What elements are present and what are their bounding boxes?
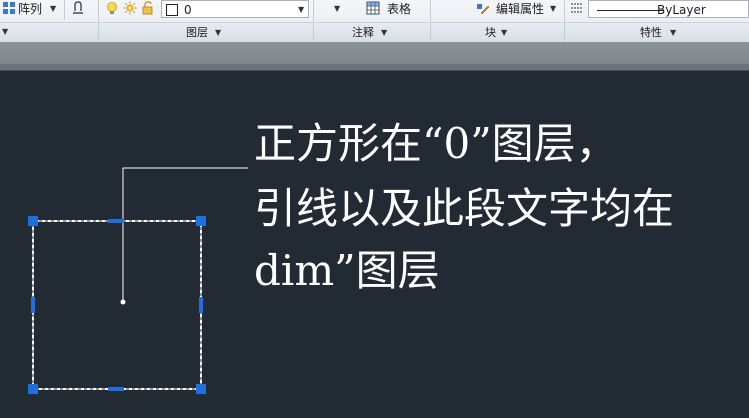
mtext-line-1[interactable]: 正方形在“0”图层， [254,121,618,167]
grip-corner-br [196,384,206,394]
leader-line [122,167,248,302]
bulb-icon[interactable] [105,1,119,15]
array-icon[interactable] [2,1,16,15]
modify-panel-caret[interactable]: ▼ [2,27,8,37]
mtext-line-2[interactable]: 引线以及此段文字均在 [254,186,674,232]
panel-labels: ▼ 图层 ▼ 注释 ▼ 块 ▼ 特性 ▼ [0,22,749,42]
edit-attribute-icon[interactable] [476,1,490,15]
ribbon: 阵列 ▼ 0 ▼ ▼ 表格 编辑属性 ▼ ByLayer ▼ 图层 ▼ 注释 ▼… [0,0,749,43]
grip-mid-top [108,219,124,223]
grip-corner-tl [28,216,38,226]
grip-mid-right [199,297,203,313]
mtext-line-3[interactable]: dim”图层 [254,248,440,294]
table-button[interactable]: 表格 [387,2,411,16]
array-dropdown-caret[interactable]: ▼ [50,4,56,14]
linetype-preview-line [597,10,663,11]
block-panel-caret[interactable]: ▼ [501,28,507,38]
leader-arrow-dot [120,299,126,305]
layers-panel-caret[interactable]: ▼ [215,28,221,38]
table-icon[interactable] [366,1,380,15]
file-tab-bar [0,42,749,71]
sun-icon[interactable] [123,1,137,15]
array-button[interactable]: 阵列 [18,2,42,16]
properties-panel-label[interactable]: 特性 [640,26,662,39]
grip-mid-bottom [108,387,124,391]
drawing-canvas[interactable]: 正方形在“0”图层， 引线以及此段文字均在 dim”图层 [0,71,749,418]
layer-dropdown[interactable]: 0 ▼ [161,0,309,18]
annotation-panel-caret[interactable]: ▼ [381,28,387,38]
properties-panel-caret[interactable]: ▼ [670,28,676,38]
block-panel-label[interactable]: 块 [485,26,496,39]
edit-attribute-button[interactable]: 编辑属性 [496,2,544,16]
lock-icon[interactable] [141,1,155,15]
selected-square-dash [32,220,202,390]
grip-corner-tr [196,216,206,226]
annotation-dropdown-caret[interactable]: ▼ [334,4,340,14]
layers-panel-label[interactable]: 图层 [186,26,208,39]
grip-corner-bl [28,384,38,394]
linetype-dropdown-value: ByLayer [657,3,706,17]
grip-mid-left [31,297,35,313]
layer-dropdown-value: 0 [184,3,192,17]
selected-square [32,220,202,390]
annotation-panel-label[interactable]: 注释 [352,26,374,39]
edit-attribute-caret[interactable]: ▼ [550,4,556,14]
linetype-icon[interactable] [570,1,584,15]
linetype-dropdown[interactable]: ByLayer [588,0,749,18]
tab-bar-strip [0,64,749,70]
layer-dropdown-caret[interactable]: ▼ [298,5,304,15]
layer-color-icon [166,4,178,16]
match-layer-icon[interactable] [71,1,85,15]
